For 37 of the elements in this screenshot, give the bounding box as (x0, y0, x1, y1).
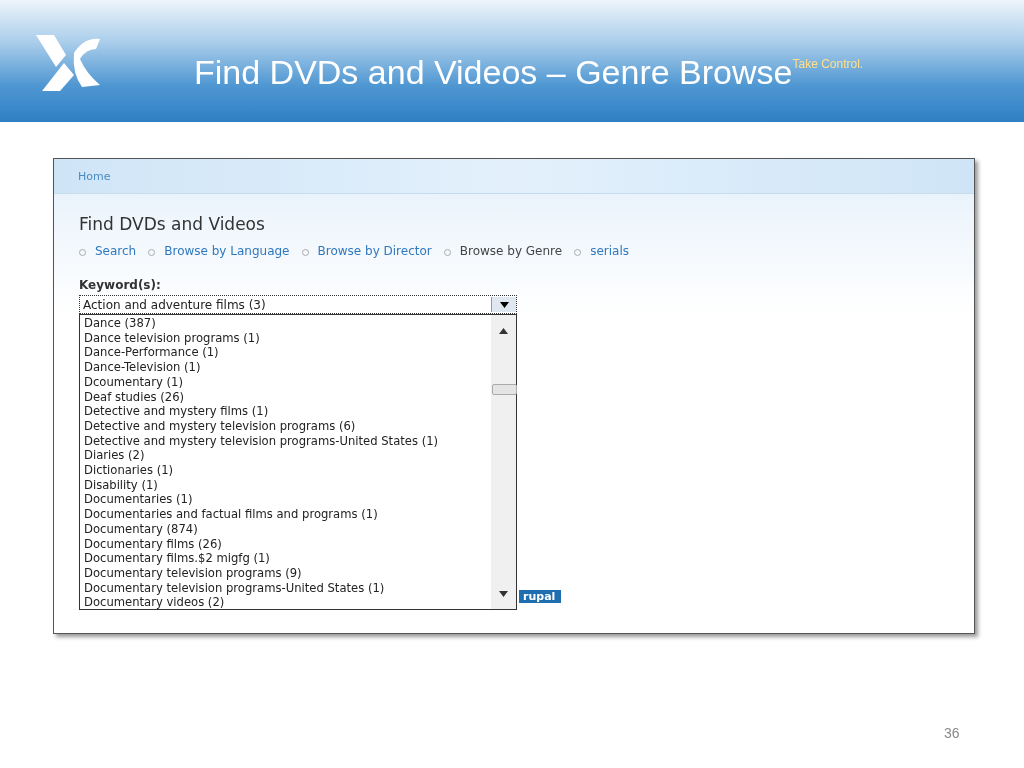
page-number: 36 (944, 725, 960, 741)
dropdown-option[interactable]: Documentaries and factual films and programs (1) (84, 507, 491, 522)
dropdown-option[interactable]: Dance television programs (1) (84, 330, 491, 346)
caret-icon (499, 301, 509, 308)
dropdown-option[interactable]: Documentary television programs (9) (84, 565, 491, 581)
dropdown-option[interactable]: Documentary television programs-United States (1) (84, 580, 491, 596)
dropdown-option[interactable]: Disability (1) (84, 477, 491, 493)
dropdown-option[interactable]: Deaf studies (26) (84, 389, 491, 405)
dropdown-option[interactable]: Detective and mystery television programs-United States (1) (84, 433, 491, 449)
dropdown-option[interactable]: Documentary (874) (84, 521, 491, 537)
dropdown-option[interactable]: Documentary films.$2 migfg (1) (84, 551, 491, 566)
dropdown-option[interactable]: Diaries (2) (84, 448, 491, 464)
dropdown-option[interactable]: Dictionaries (1) (84, 463, 491, 478)
page-heading: Find DVDs and Videos (79, 214, 266, 234)
keyword-dropdown[interactable]: Action and adventure films (3) (79, 295, 517, 314)
slide-title: Find DVDs and Videos – Genre Browse (194, 52, 793, 92)
dropdown-option[interactable]: Dance (387) (84, 316, 491, 331)
tagline: Take Control. (792, 56, 864, 71)
dropdown-option[interactable]: Documentary films (26) (84, 536, 491, 552)
dropdown-option[interactable]: Dcoumentary (1) (84, 374, 491, 390)
nav-link[interactable]: Browse by Director (317, 244, 432, 258)
scroll-up-icon[interactable] (499, 328, 508, 334)
powered-badge[interactable]: rupal (519, 590, 562, 603)
scrollbar[interactable] (491, 315, 516, 609)
nav-link[interactable]: serials (590, 244, 629, 258)
nav-current[interactable]: Browse by Genre (459, 244, 563, 258)
nav-link[interactable]: Search (95, 244, 137, 258)
dropdown-option[interactable]: Dance-Performance (1) (84, 345, 491, 361)
keyword-label: Keyword(s): (79, 278, 162, 292)
dropdown-option[interactable]: Documentaries (1) (84, 492, 491, 508)
dropdown-option[interactable]: Dance-Television (1) (84, 360, 491, 375)
dropdown-option[interactable]: Detective and mystery television programs (6) (84, 418, 491, 434)
dropdown-option[interactable]: Documentary videos (2) (84, 595, 491, 609)
scroll-thumb[interactable] (492, 384, 517, 395)
scroll-down-icon[interactable] (499, 591, 508, 597)
nav-link[interactable]: Browse by Language (164, 244, 290, 258)
dropdown-option[interactable]: Detective and mystery films (1) (84, 404, 491, 419)
